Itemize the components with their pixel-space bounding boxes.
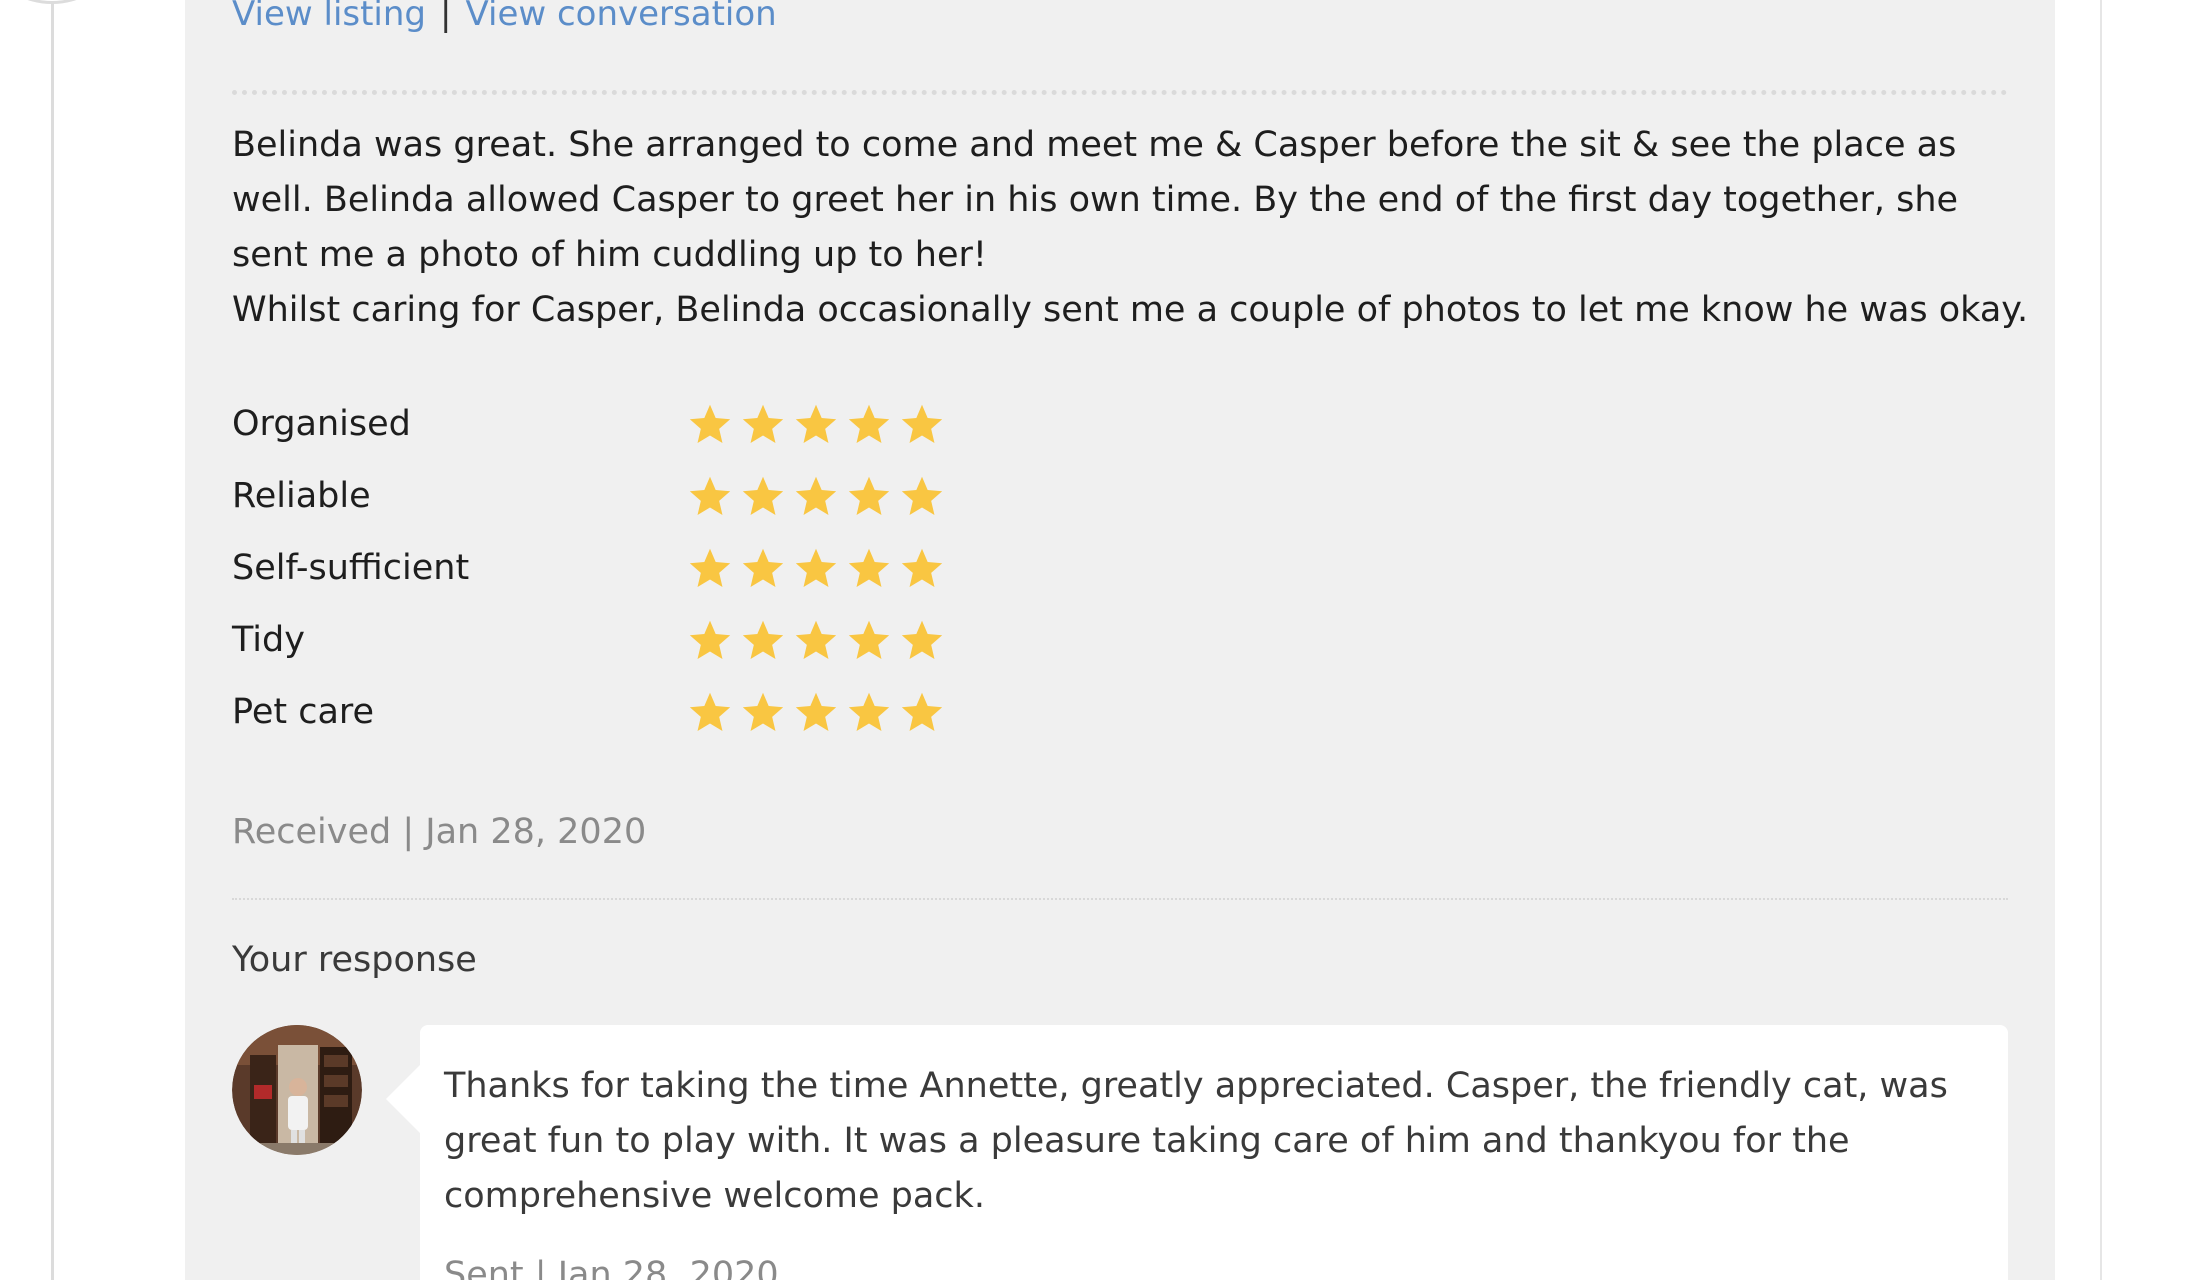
star-rating [688, 546, 953, 590]
star-icon [742, 476, 784, 515]
timeline-line [51, 0, 54, 1280]
star-icon [689, 548, 731, 587]
star-icon [742, 548, 784, 587]
bubble-tail [386, 1065, 420, 1133]
star-icon [901, 548, 943, 587]
star-icon [795, 620, 837, 659]
star-icon [795, 476, 837, 515]
review-text: Belinda was great. She arranged to come … [232, 118, 2032, 338]
rating-row: Tidy [232, 604, 953, 676]
star-icon [689, 620, 731, 659]
rating-row: Self-sufficient [232, 532, 953, 604]
star-icon [795, 692, 837, 731]
star-rating [688, 618, 953, 662]
star-rating [688, 402, 953, 446]
links-divider [232, 90, 2008, 95]
rating-label: Organised [232, 404, 411, 444]
review-paragraph: Belinda was great. She arranged to come … [232, 125, 1959, 275]
rating-label: Reliable [232, 476, 371, 516]
timeline-dot [0, 0, 104, 4]
review-links: View listing | View conversation [232, 0, 777, 34]
star-icon [795, 548, 837, 587]
star-icon [742, 692, 784, 731]
links-separator: | [440, 0, 452, 34]
star-icon [848, 404, 890, 443]
avatar-photo [232, 1025, 362, 1155]
response-text: Thanks for taking the time Annette, grea… [444, 1066, 1948, 1216]
page: View listing | View conversation Belinda w… [0, 0, 2200, 1280]
star-icon [901, 404, 943, 443]
response-divider [232, 898, 2008, 900]
rating-label: Pet care [232, 692, 375, 732]
rating-row: Reliable [232, 460, 953, 532]
star-icon [848, 692, 890, 731]
star-icon [689, 692, 731, 731]
star-rating [688, 690, 953, 734]
star-icon [901, 620, 943, 659]
rating-row: Pet care [232, 676, 953, 748]
star-icon [795, 404, 837, 443]
rating-row: Organised [232, 388, 953, 460]
star-icon [689, 476, 731, 515]
review-card: View listing | View conversation Belinda w… [185, 0, 2055, 1280]
ratings-list: Organised Reliable Self-sufficient Tidy Pet … [232, 388, 953, 748]
view-listing-link[interactable]: View listing [232, 0, 426, 34]
star-icon [901, 476, 943, 515]
star-icon [742, 620, 784, 659]
sent-date: Sent | Jan 28, 2020 [444, 1255, 779, 1280]
view-conversation-link[interactable]: View conversation [465, 0, 776, 34]
star-icon [901, 692, 943, 731]
star-rating [688, 474, 953, 518]
response-heading: Your response [232, 940, 477, 980]
received-date: Received | Jan 28, 2020 [232, 812, 647, 852]
rating-label: Self-sufficient [232, 548, 470, 588]
star-icon [689, 404, 731, 443]
star-icon [848, 476, 890, 515]
response-bubble: Thanks for taking the time Annette, grea… [386, 1025, 2008, 1280]
review-paragraph: Whilst caring for Casper, Belinda occasi… [232, 290, 2029, 330]
star-icon [848, 548, 890, 587]
avatar [232, 1025, 362, 1155]
rating-label: Tidy [232, 620, 305, 660]
star-icon [742, 404, 784, 443]
star-icon [848, 620, 890, 659]
right-divider [2100, 0, 2102, 1280]
